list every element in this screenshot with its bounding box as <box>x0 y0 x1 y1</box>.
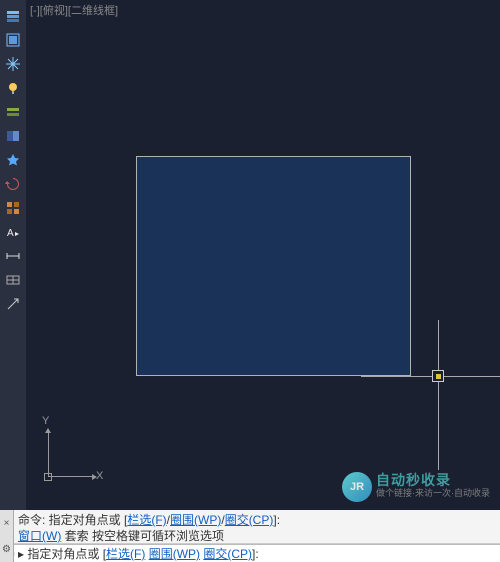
cmd-input-suffix: ]: <box>252 547 259 561</box>
layer-lock-icon[interactable] <box>2 101 24 123</box>
layer-isolate-icon[interactable] <box>2 125 24 147</box>
cmd-input-prefix: ▸ 指定对角点或 [ <box>18 547 106 561</box>
annotation-scale-icon[interactable] <box>2 293 24 315</box>
command-line-panel: × ⚙ 命令: 指定对角点或 [栏选(F)/圈围(WP)/圈交(CP)]: 窗口… <box>0 510 500 562</box>
cmd-opt-wpoly[interactable]: 圈围(WP) <box>170 513 221 527</box>
cmd-hist1-suffix: ]: <box>273 513 280 527</box>
layer-freeze-icon[interactable] <box>2 53 24 75</box>
ucs-icon[interactable]: X Y <box>36 417 106 487</box>
command-input-line[interactable]: ▭ ▸ 指定对角点或 [栏选(F) 圈围(WP) 圈交(CP)]: <box>0 544 500 562</box>
command-history-line-2: 窗口(W) 套索 按空格键可循环浏览选项 <box>18 528 498 544</box>
cmd-opt-cpoly[interactable]: 圈交(CP) <box>225 513 274 527</box>
layer-match-icon[interactable] <box>2 149 24 171</box>
layer-walk-icon[interactable] <box>2 197 24 219</box>
cmd-in-opt-fence[interactable]: 栏选(F) <box>106 547 145 561</box>
layer-states-icon[interactable] <box>2 29 24 51</box>
watermark: JR 自动秒收录 做个链接·来访一次·自动收录 <box>342 472 490 502</box>
ucs-x-label: X <box>96 470 103 482</box>
text-style-icon[interactable]: A <box>2 221 24 243</box>
layer-properties-icon[interactable] <box>2 5 24 27</box>
ucs-y-arrow-icon <box>45 428 51 433</box>
ucs-x-axis-line <box>48 476 93 477</box>
watermark-sub: 做个链接·来访一次·自动收录 <box>376 487 490 500</box>
command-panel-handle[interactable]: × ⚙ <box>0 510 14 562</box>
crosshair-horizontal <box>361 376 500 377</box>
command-history[interactable]: 命令: 指定对角点或 [栏选(F)/圈围(WP)/圈交(CP)]: 窗口(W) … <box>0 510 500 544</box>
customize-icon[interactable]: ⚙ <box>2 544 11 555</box>
cmd-hist2-rest: 套索 按空格键可循环浏览选项 <box>61 529 224 543</box>
ucs-y-label: Y <box>42 415 49 427</box>
command-input-text[interactable]: ▸ 指定对角点或 [栏选(F) 圈围(WP) 圈交(CP)]: <box>18 545 259 562</box>
table-style-icon[interactable] <box>2 269 24 291</box>
dimension-style-icon[interactable] <box>2 245 24 267</box>
selection-window-rectangle <box>136 156 411 376</box>
watermark-logo-icon: JR <box>342 472 372 502</box>
cmd-in-opt-wpoly[interactable]: 圈围(WP) <box>149 547 200 561</box>
layer-previous-icon[interactable] <box>2 173 24 195</box>
crosshair-vertical <box>438 320 439 470</box>
cmd-opt-window[interactable]: 窗口(W) <box>18 529 61 543</box>
ucs-y-axis-line <box>48 432 49 477</box>
close-icon[interactable]: × <box>4 518 10 529</box>
command-history-line-1: 命令: 指定对角点或 [栏选(F)/圈围(WP)/圈交(CP)]: <box>18 512 498 528</box>
layer-off-icon[interactable] <box>2 77 24 99</box>
cursor-pickbox <box>432 370 444 382</box>
cmd-opt-fence[interactable]: 栏选(F) <box>127 513 166 527</box>
svg-text:A: A <box>7 228 14 239</box>
cmd-in-opt-cpoly[interactable]: 圈交(CP) <box>203 547 252 561</box>
watermark-brand: 自动秒收录 <box>376 474 490 487</box>
cmd-hist1-prefix: 命令: 指定对角点或 [ <box>18 513 127 527</box>
ucs-origin-box <box>44 473 52 481</box>
viewport-label[interactable]: [-][俯视][二维线框] <box>30 2 118 18</box>
left-toolbar: A <box>0 0 26 510</box>
drawing-viewport[interactable]: [-][俯视][二维线框] X Y <box>26 0 500 510</box>
pickbox-marker <box>436 374 441 379</box>
